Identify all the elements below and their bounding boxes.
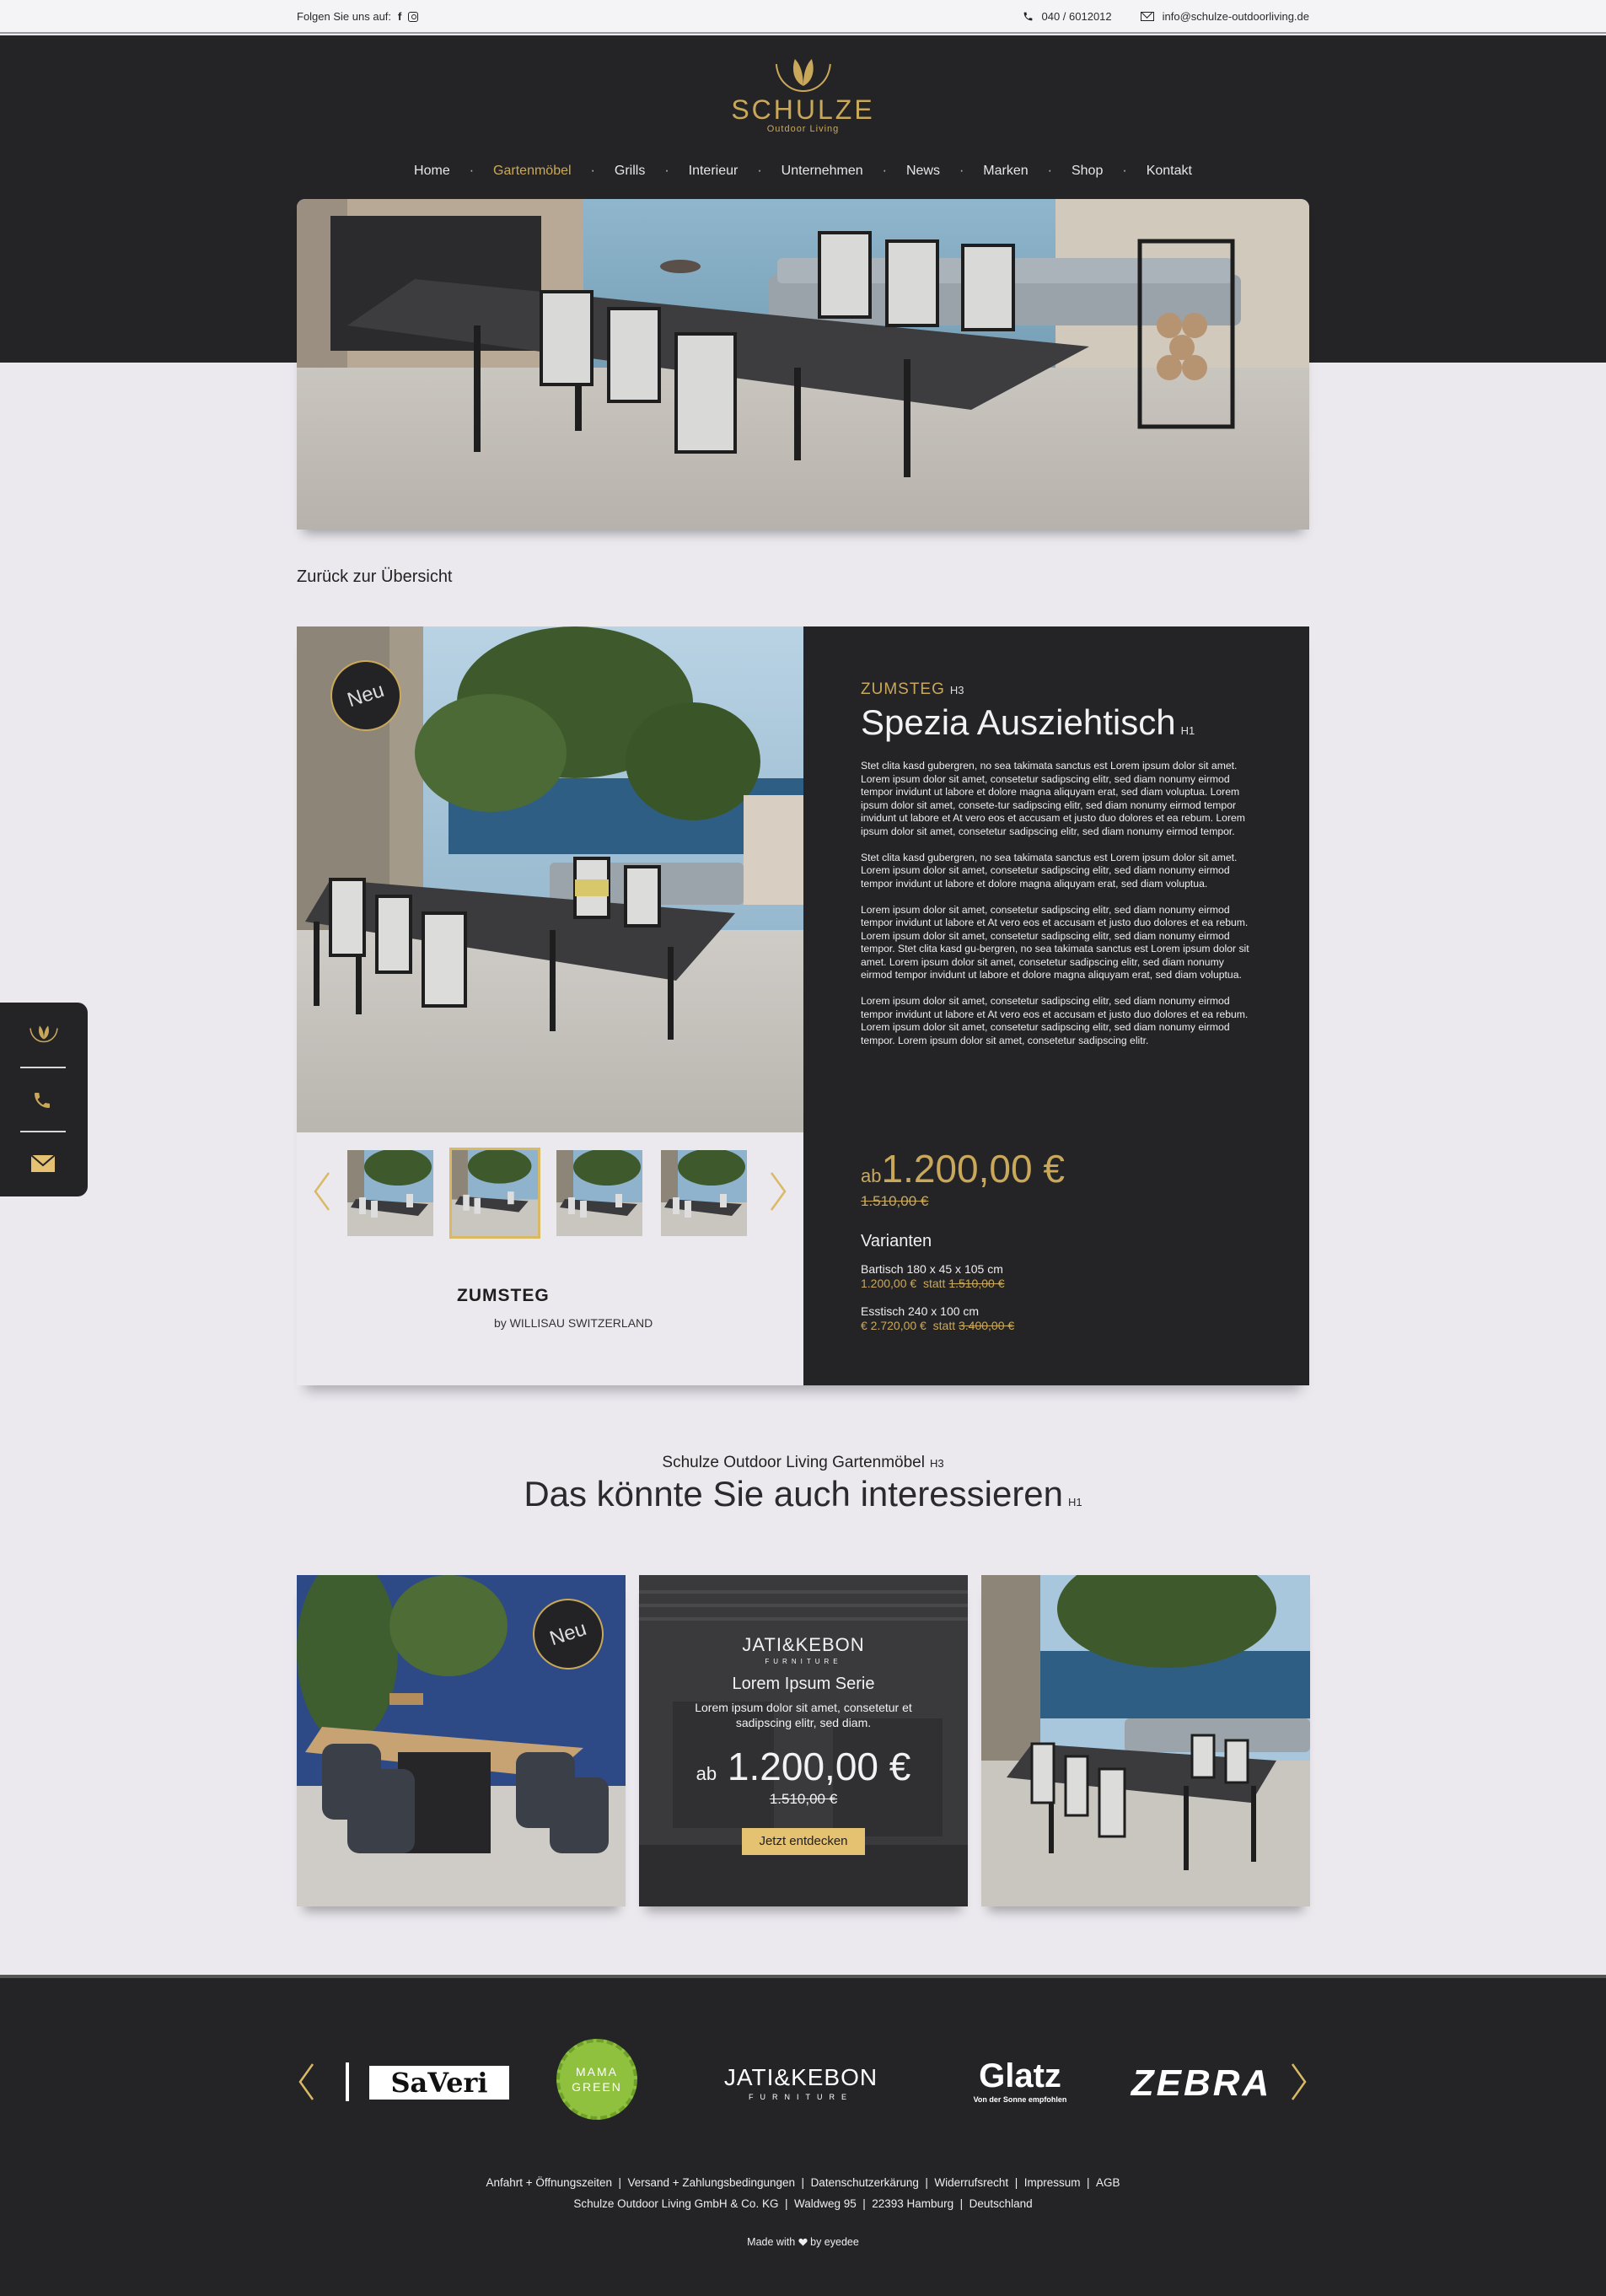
product-main-image[interactable]: Neu <box>297 626 803 1132</box>
main-nav: Home · Gartenmöbel · Grills · Interieur · Un… <box>0 164 1606 179</box>
series-title: Lorem Ipsum Serie <box>732 1675 875 1693</box>
nav-unternehmen[interactable]: Unternehmen <box>762 164 883 179</box>
footer-link[interactable]: Versand + Zahlungsbedingungen <box>628 2176 796 2189</box>
nav-interieur[interactable]: Interieur <box>669 164 758 179</box>
footer-links: Anfahrt + Öffnungszeiten | Versand + Zah… <box>0 2172 1606 2214</box>
product-title: Spezia Ausziehtisch H1 <box>861 702 1195 742</box>
heart-icon <box>798 2238 808 2246</box>
email-link[interactable]: info@schulze-outdoorliving.de <box>1163 10 1309 23</box>
chevron-right-icon[interactable] <box>768 1171 788 1212</box>
brand-logo-jati-kebon: JATI&KEBON <box>742 1634 865 1655</box>
site-footer: SaVeri MAMA GREEN JATI&KEBON FURNITURE G… <box>0 1975 1606 2296</box>
thumbnail-4[interactable] <box>658 1148 749 1239</box>
related-card-2[interactable]: JATI&KEBON FURNITURE Lorem Ipsum Serie L… <box>639 1575 968 1906</box>
variants-heading: Varianten <box>861 1232 932 1250</box>
thumbnail-2[interactable] <box>449 1148 540 1239</box>
product-price: ab1.200,00 € <box>861 1147 1065 1191</box>
series-old-price: 1.510,00 € <box>769 1791 838 1807</box>
brand-logo-subline: FURNITURE <box>765 1658 842 1665</box>
thumbnail-strip <box>297 1148 803 1244</box>
brand-logo-zebra[interactable]: ZEBRA <box>1130 2062 1273 2105</box>
footer-link[interactable]: Datenschutzerkärung <box>811 2176 919 2189</box>
footer-link[interactable]: Widerrufsrecht <box>934 2176 1008 2189</box>
thumbnail-3[interactable] <box>554 1148 645 1239</box>
top-bar: Folgen Sie uns auf: f 040 / 6012012 info… <box>0 0 1606 34</box>
variant-item[interactable]: Esstisch 240 x 100 cm € 2.720,00 € statt… <box>861 1304 1014 1333</box>
product-brand-heading: ZUMSTEG H3 <box>861 680 964 698</box>
made-with-credit[interactable]: Made with by eyedee <box>0 2236 1606 2248</box>
brand-logo-saveri[interactable]: SaVeri <box>369 2066 509 2100</box>
footer-link[interactable]: Anfahrt + Öffnungszeiten <box>486 2176 612 2189</box>
logo-wordmark: SCHULZE <box>731 94 875 125</box>
variant-item[interactable]: Bartisch 180 x 45 x 105 cm 1.200,00 € st… <box>861 1262 1004 1291</box>
brand-logo-glatz[interactable]: Glatz Von der Sonne empfohlen <box>953 2057 1088 2104</box>
thumbnail-1[interactable] <box>345 1148 436 1239</box>
hero-image <box>297 199 1309 530</box>
product-detail: Neu ZUMSTEG by WILLISAU SWITZERLAND ZUMS… <box>297 626 1309 1385</box>
product-description: Stet clita kasd gubergren, no sea takima… <box>861 760 1249 1046</box>
series-price: ab 1.200,00 € <box>696 1745 911 1788</box>
brand-logo-mama-green[interactable]: MAMA GREEN <box>556 2039 637 2120</box>
company-address: Schulze Outdoor Living GmbH & Co. KG | W… <box>573 2197 1033 2210</box>
mail-icon[interactable] <box>1140 12 1154 21</box>
chevron-left-icon[interactable] <box>312 1171 332 1212</box>
nav-kontakt[interactable]: Kontakt <box>1127 164 1211 179</box>
chevron-left-icon[interactable] <box>297 2062 315 2101</box>
nav-gartenmoebel[interactable]: Gartenmöbel <box>474 164 591 179</box>
leaf-logo-icon[interactable] <box>27 1021 61 1045</box>
phone-link[interactable]: 040 / 6012012 <box>1042 10 1112 23</box>
footer-link[interactable]: Impressum <box>1024 2176 1081 2189</box>
nav-marken[interactable]: Marken <box>964 164 1047 179</box>
related-card-1[interactable]: Neu <box>297 1575 626 1906</box>
facebook-icon[interactable]: f <box>398 10 401 23</box>
side-contact-widget <box>0 1003 88 1196</box>
phone-icon[interactable] <box>1023 11 1034 22</box>
brand-carousel: SaVeri MAMA GREEN JATI&KEBON FURNITURE G… <box>346 2029 1273 2138</box>
phone-icon[interactable] <box>32 1090 52 1110</box>
brand-logo-zumsteg[interactable]: ZUMSTEG <box>457 1286 550 1306</box>
brand-logo-subline: by WILLISAU SWITZERLAND <box>494 1316 653 1330</box>
related-title: Das könnte Sie auch interessieren H1 <box>524 1474 1082 1514</box>
chevron-right-icon[interactable] <box>1290 2062 1308 2101</box>
site-logo[interactable]: SCHULZE Outdoor Living <box>731 52 874 134</box>
promo-card-content: JATI&KEBON FURNITURE Lorem Ipsum Serie L… <box>639 1575 968 1906</box>
discover-button[interactable]: Jetzt entdecken <box>742 1828 865 1855</box>
brand-logo-jati-kebon[interactable]: JATI&KEBON FURNITURE <box>700 2064 902 2101</box>
back-to-overview-link[interactable]: Zurück zur Übersicht <box>297 567 453 587</box>
related-card-3[interactable] <box>981 1575 1310 1906</box>
nav-news[interactable]: News <box>887 164 959 179</box>
instagram-icon[interactable] <box>408 11 419 22</box>
footer-link[interactable]: AGB <box>1096 2176 1120 2189</box>
follow-label: Folgen Sie uns auf: <box>297 10 392 23</box>
product-gallery: Neu ZUMSTEG by WILLISAU SWITZERLAND <box>297 626 803 1385</box>
product-old-price: 1.510,00 € <box>861 1193 929 1209</box>
product-info: ZUMSTEG H3 Spezia Ausziehtisch H1 Stet cli… <box>803 626 1309 1385</box>
leaf-logo-icon <box>769 52 836 93</box>
related-subtitle: Schulze Outdoor Living Gartenmöbel H3 <box>662 1454 944 1471</box>
nav-home[interactable]: Home <box>395 164 470 179</box>
nav-grills[interactable]: Grills <box>595 164 664 179</box>
series-description: Lorem ipsum dolor sit amet, consetetur e… <box>695 1701 912 1729</box>
mail-icon[interactable] <box>30 1154 56 1173</box>
nav-shop[interactable]: Shop <box>1052 164 1122 179</box>
